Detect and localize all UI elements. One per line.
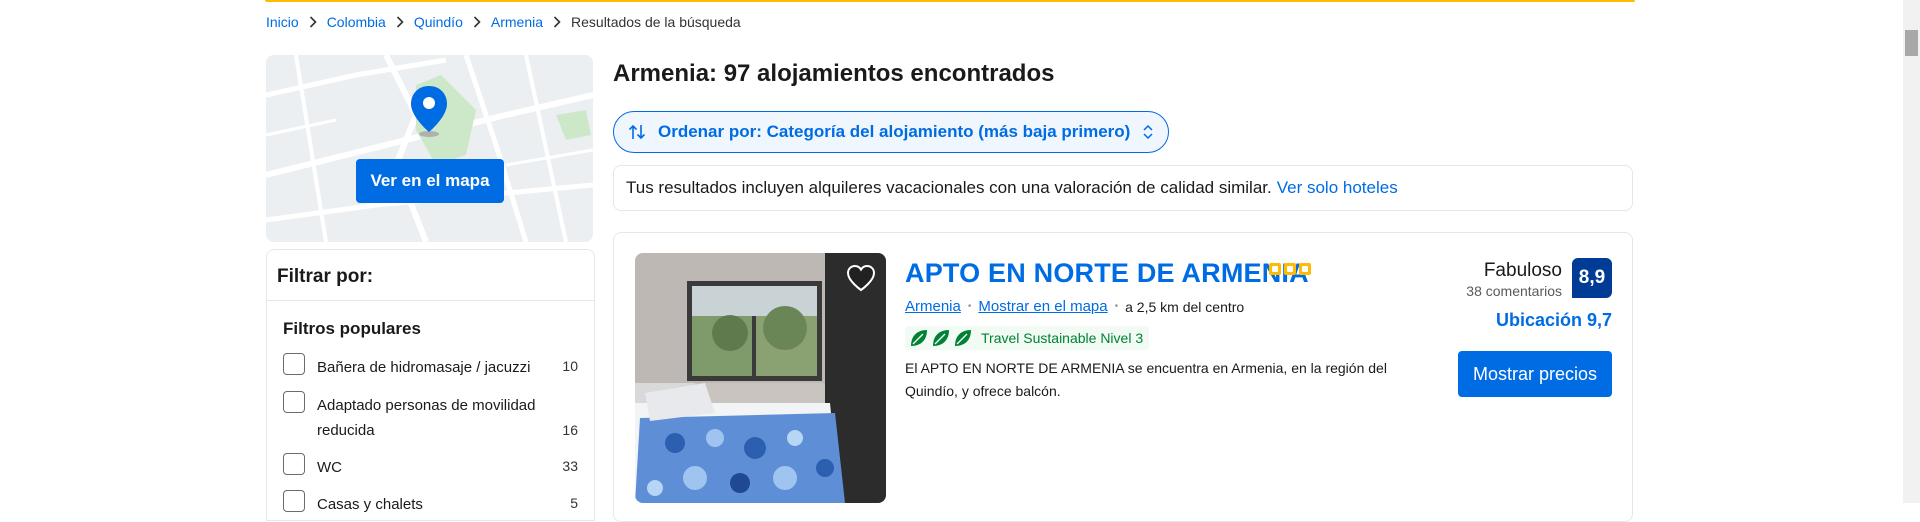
filter-item[interactable]: WC 33 xyxy=(283,453,578,479)
sort-label: Ordenar por: Categoría del alojamiento (… xyxy=(658,122,1131,141)
filter-count: 5 xyxy=(570,495,578,511)
divider xyxy=(267,300,594,301)
scrollbar-thumb[interactable] xyxy=(1905,30,1918,56)
sustainability-label: Travel Sustainable Nivel 3 xyxy=(981,330,1144,346)
map-pin-icon xyxy=(408,84,450,144)
property-name-link[interactable]: APTO EN NORTE DE ARMENIA xyxy=(905,258,1309,289)
location-row: Armenia • Mostrar en el mapa • a 2,5 km … xyxy=(905,298,1244,315)
review-count: 38 comentarios xyxy=(1466,283,1562,299)
show-prices-button[interactable]: Mostrar precios xyxy=(1458,351,1612,397)
sort-arrows-icon xyxy=(628,124,648,140)
sort-dropdown[interactable]: Ordenar por: Categoría del alojamiento (… xyxy=(613,111,1169,153)
breadcrumb: Inicio Colombia Quindío Armenia Resultad… xyxy=(266,14,741,30)
property-description: El APTO EN NORTE DE ARMENIA se encuentra… xyxy=(905,360,1387,399)
breadcrumb-current: Resultados de la búsqueda xyxy=(571,14,741,30)
property-card: APTO EN NORTE DE ARMENIA Armenia • Mostr… xyxy=(613,232,1633,522)
filters-panel: Filtrar por: Filtros populares Bañera de… xyxy=(266,249,595,521)
filter-item[interactable]: Casas y chalets 5 xyxy=(283,490,578,516)
filter-count: 10 xyxy=(562,358,578,374)
separator-dot: • xyxy=(967,301,972,312)
filter-item[interactable]: Bañera de hidromasaje / jacuzzi 10 xyxy=(283,353,578,379)
notice-text: Tus resultados incluyen alquileres vacac… xyxy=(626,178,1272,197)
chevron-right-icon xyxy=(304,16,322,28)
checkbox[interactable] xyxy=(283,490,305,512)
checkbox[interactable] xyxy=(283,353,305,375)
location-score: Ubicación 9,7 xyxy=(1495,310,1612,330)
filter-item[interactable]: Adaptado personas de movilidad reducida … xyxy=(283,391,578,443)
star-rating xyxy=(1269,263,1311,275)
breadcrumb-link-colombia[interactable]: Colombia xyxy=(327,14,386,30)
star-icon xyxy=(1299,263,1311,275)
breadcrumb-link-inicio[interactable]: Inicio xyxy=(266,14,299,30)
breadcrumb-link-armenia[interactable]: Armenia xyxy=(491,14,543,30)
star-icon xyxy=(1269,263,1281,275)
top-accent-bar xyxy=(265,0,1635,2)
results-title: Armenia: 97 alojamientos encontrados xyxy=(613,60,1055,87)
city-link[interactable]: Armenia xyxy=(905,298,961,315)
review-word: Fabuloso xyxy=(1483,260,1562,281)
chevron-right-icon xyxy=(468,16,486,28)
filter-count: 33 xyxy=(562,458,578,474)
chevron-up-down-icon xyxy=(1142,124,1154,140)
star-icon xyxy=(1284,263,1296,275)
show-on-map-link[interactable]: Mostrar en el mapa xyxy=(978,298,1107,315)
filter-label: Casas y chalets xyxy=(317,496,423,513)
favorite-heart-icon[interactable] xyxy=(844,261,878,295)
filter-label: Adaptado personas de movilidad reducida xyxy=(317,397,536,439)
review-score-badge[interactable]: 8,9 xyxy=(1572,258,1612,298)
filter-label: WC xyxy=(317,459,342,476)
leaf-icon xyxy=(931,328,951,348)
separator-dot: • xyxy=(1114,301,1119,312)
checkbox[interactable] xyxy=(283,391,305,413)
leaf-icon xyxy=(909,328,929,348)
filters-section-title: Filtros populares xyxy=(283,319,421,338)
view-on-map-button[interactable]: Ver en el mapa xyxy=(356,159,504,203)
filters-title: Filtrar por: xyxy=(277,266,374,287)
chevron-right-icon xyxy=(391,16,409,28)
sustainability-badge[interactable]: Travel Sustainable Nivel 3 xyxy=(905,326,1150,350)
results-notice: Tus resultados incluyen alquileres vacac… xyxy=(613,165,1633,211)
map-preview[interactable]: Ver en el mapa xyxy=(266,55,593,242)
leaf-icon xyxy=(953,328,973,348)
breadcrumb-link-quindio[interactable]: Quindío xyxy=(414,14,463,30)
view-only-hotels-link[interactable]: Ver solo hoteles xyxy=(1277,178,1398,198)
chevron-right-icon xyxy=(548,16,566,28)
filter-label: Bañera de hidromasaje / jacuzzi xyxy=(317,359,531,376)
distance-text: a 2,5 km del centro xyxy=(1125,298,1245,315)
scrollbar[interactable] xyxy=(1903,0,1920,503)
property-photo[interactable] xyxy=(635,253,886,503)
filter-count: 16 xyxy=(562,422,578,438)
checkbox[interactable] xyxy=(283,453,305,475)
